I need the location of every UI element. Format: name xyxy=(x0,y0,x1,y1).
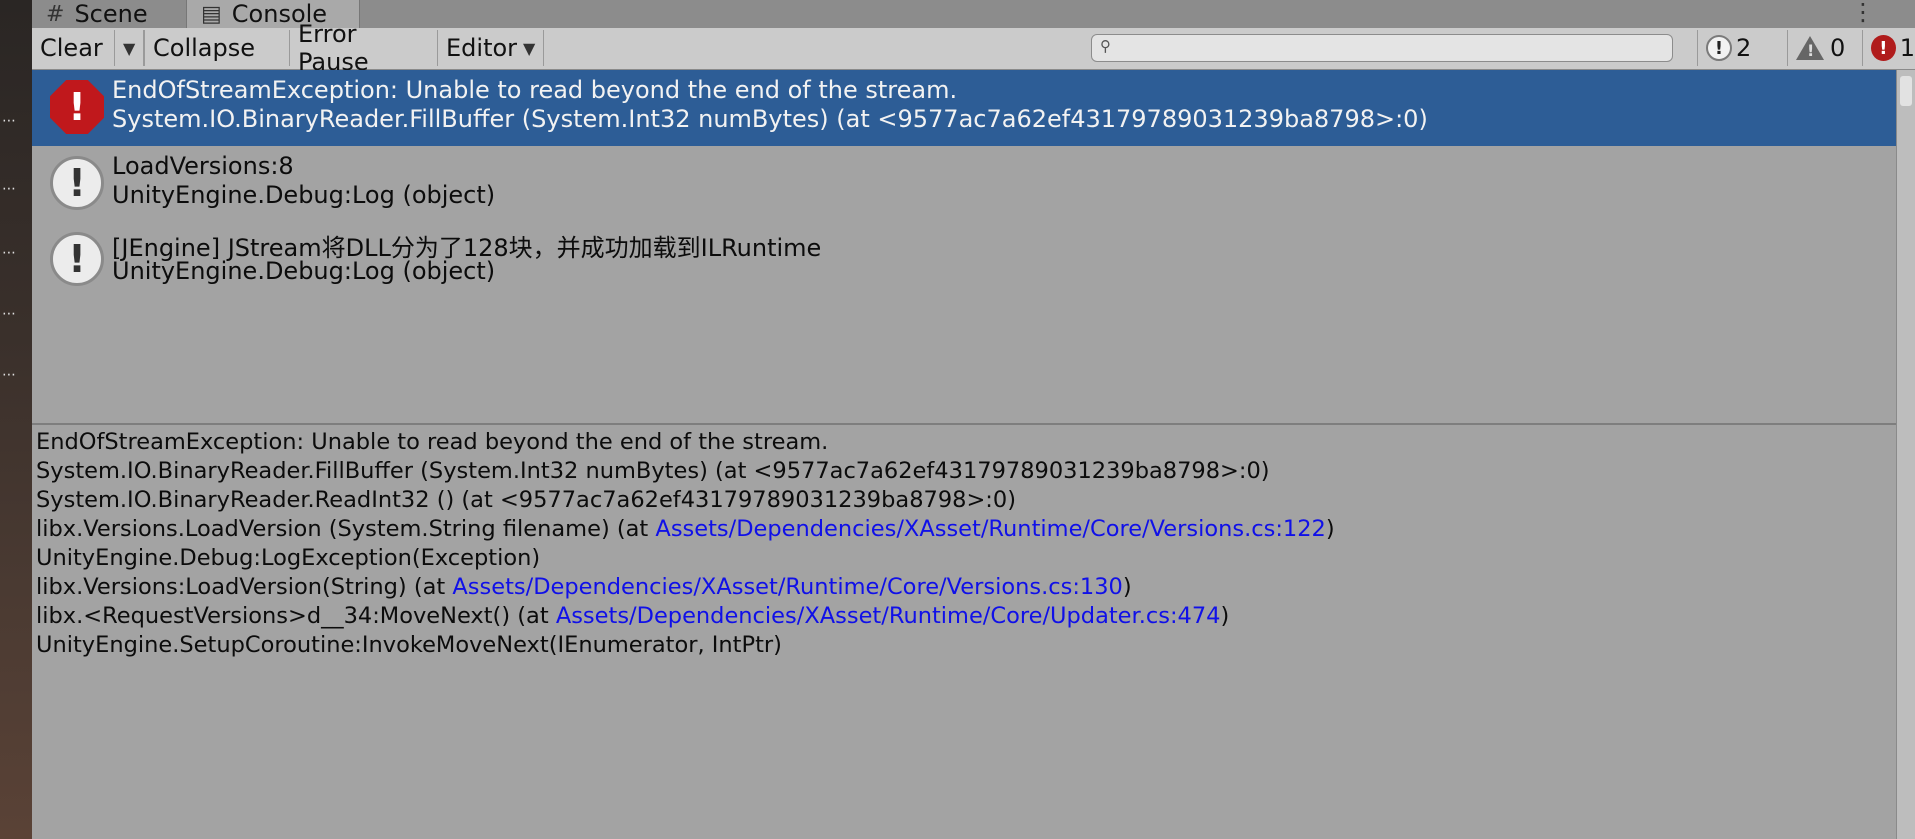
dots-marker: ⋯ xyxy=(2,367,16,383)
info-count: 2 xyxy=(1736,34,1752,62)
detail-line: libx.Versions:LoadVersion(String) (at As… xyxy=(36,574,1132,600)
detail-line: UnityEngine.Debug:LogException(Exception… xyxy=(36,545,541,571)
log-entry-message: EndOfStreamException: Unable to read bey… xyxy=(112,76,958,104)
dots-marker: ⋯ xyxy=(2,245,16,261)
search-input[interactable] xyxy=(1122,37,1666,61)
log-entry-stack: UnityEngine.Debug:Log (object) xyxy=(112,257,496,285)
stack-trace-detail: EndOfStreamException: Unable to read bey… xyxy=(32,425,1896,839)
tab-scene-label: Scene xyxy=(74,0,148,28)
error-pause-button[interactable]: Error Pause xyxy=(290,20,438,76)
collapse-button[interactable]: Collapse xyxy=(144,30,290,66)
detail-line: EndOfStreamException: Unable to read bey… xyxy=(36,429,829,455)
dots-marker: ⋯ xyxy=(2,306,16,322)
detail-line: UnityEngine.SetupCoroutine:InvokeMoveNex… xyxy=(36,632,782,658)
detail-text: libx.Versions:LoadVersion(String) (at xyxy=(36,574,453,600)
vertical-scrollbar[interactable] xyxy=(1896,70,1915,839)
warning-icon: ! xyxy=(1796,36,1824,60)
log-entry-info[interactable]: ! [JEngine] JStream将DLL分为了128块，并成功加载到ILR… xyxy=(32,222,1896,298)
warning-count-toggle[interactable]: ! 0 xyxy=(1787,30,1862,66)
detail-text: libx.Versions.LoadVersion (System.String… xyxy=(36,516,656,542)
tab-scene[interactable]: # Scene xyxy=(46,0,148,28)
clear-button[interactable]: Clear xyxy=(32,30,114,66)
collapse-button-label: Collapse xyxy=(153,34,255,62)
log-entry-info[interactable]: ! LoadVersions:8 UnityEngine.Debug:Log (… xyxy=(32,146,1896,222)
dots-marker: ⋯ xyxy=(2,113,16,129)
search-icon: ⚲ xyxy=(1100,37,1111,55)
error-icon: ! xyxy=(1871,35,1896,61)
scrollbar-thumb[interactable] xyxy=(1900,76,1912,106)
info-icon: ! xyxy=(50,156,104,210)
detail-text: ) xyxy=(1220,603,1230,629)
grid-icon: # xyxy=(46,1,65,27)
info-count-toggle[interactable]: ! 2 xyxy=(1697,30,1787,66)
editor-dropdown-label: Editor xyxy=(446,34,518,62)
source-link[interactable]: Assets/Dependencies/XAsset/Runtime/Core/… xyxy=(556,603,1221,629)
error-pause-button-label: Error Pause xyxy=(298,20,369,76)
clear-options-dropdown[interactable]: ▼ xyxy=(114,30,144,66)
source-link[interactable]: Assets/Dependencies/XAsset/Runtime/Core/… xyxy=(655,516,1325,542)
more-options-icon[interactable]: ⋮ xyxy=(1851,0,1875,26)
detail-text: libx.<RequestVersions>d__34:MoveNext() (… xyxy=(36,603,556,629)
console-toolbar: Clear ▼ Collapse Error Pause Editor ▼ ⚲ … xyxy=(32,20,1915,76)
error-count: 1 xyxy=(1899,34,1915,62)
info-icon: ! xyxy=(50,232,104,286)
dots-marker: ⋯ xyxy=(2,181,16,197)
warning-count: 0 xyxy=(1830,34,1846,62)
error-count-toggle[interactable]: ! 1 xyxy=(1862,30,1915,66)
log-list: ! EndOfStreamException: Unable to read b… xyxy=(32,70,1896,422)
detail-text: ) xyxy=(1122,574,1132,600)
detail-text: ) xyxy=(1325,516,1335,542)
clear-button-label: Clear xyxy=(40,34,103,62)
log-entry-stack: System.IO.BinaryReader.FillBuffer (Syste… xyxy=(112,105,1428,133)
editor-dropdown[interactable]: Editor ▼ xyxy=(438,30,544,66)
log-entry-message: LoadVersions:8 xyxy=(112,152,294,180)
info-icon: ! xyxy=(1706,35,1732,61)
error-icon: ! xyxy=(50,80,104,134)
log-entry-stack: UnityEngine.Debug:Log (object) xyxy=(112,181,496,209)
search-field[interactable]: ⚲ xyxy=(1091,34,1673,62)
detail-line: System.IO.BinaryReader.ReadInt32 () (at … xyxy=(36,487,1016,513)
detail-line: System.IO.BinaryReader.FillBuffer (Syste… xyxy=(36,458,1270,484)
chevron-down-icon: ▼ xyxy=(523,38,536,58)
log-entry-error[interactable]: ! EndOfStreamException: Unable to read b… xyxy=(32,70,1896,146)
detail-line: libx.<RequestVersions>d__34:MoveNext() (… xyxy=(36,603,1229,629)
source-link[interactable]: Assets/Dependencies/XAsset/Runtime/Core/… xyxy=(452,574,1122,600)
console-icon: ▤ xyxy=(201,1,222,27)
chevron-down-icon: ▼ xyxy=(123,38,136,58)
left-dark-strip: ⋯ ⋯ ⋯ ⋯ ⋯ xyxy=(0,0,32,839)
detail-line: libx.Versions.LoadVersion (System.String… xyxy=(36,516,1335,542)
